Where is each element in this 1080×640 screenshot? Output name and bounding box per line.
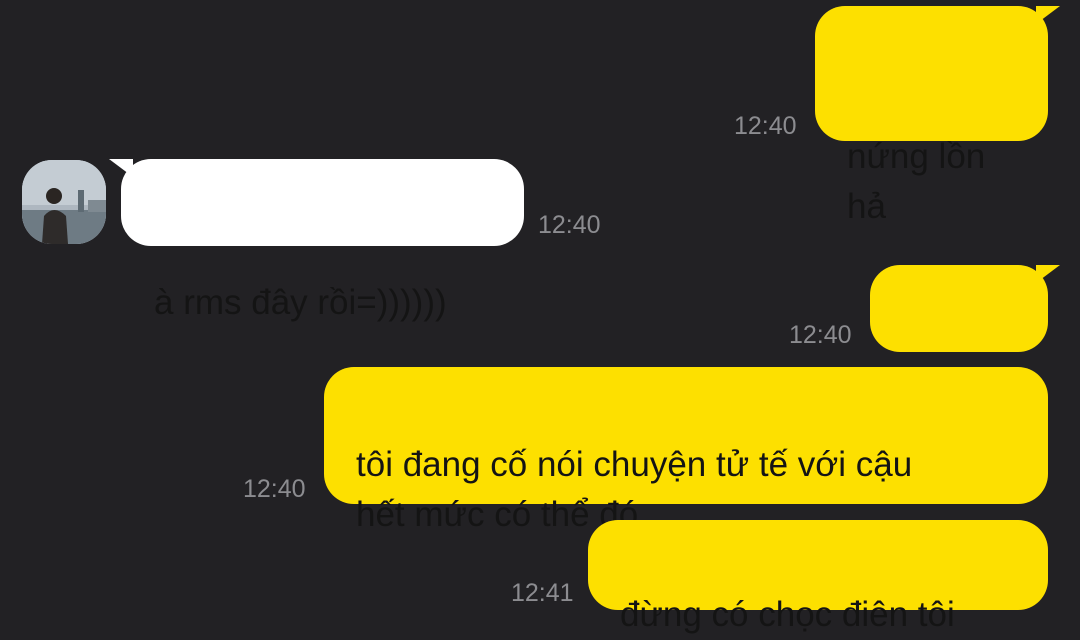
message-text: nứng lồn hả xyxy=(847,137,986,226)
incoming-message-bubble[interactable]: à rms đây rồi=)))))) xyxy=(109,159,524,322)
message-timestamp: 12:40 xyxy=(243,475,306,503)
outgoing-message-bubble[interactable] xyxy=(870,265,1060,434)
message-text: à rms đây rồi=)))))) xyxy=(154,283,447,322)
outgoing-message-bubble[interactable]: nứng lồn hả xyxy=(815,6,1060,226)
outgoing-message-bubble[interactable]: đừng có chọc điên tôi xyxy=(588,520,1048,634)
message-timestamp: 12:40 xyxy=(734,112,797,140)
contact-avatar[interactable] xyxy=(22,160,106,244)
outgoing-message-bubble[interactable]: tôi đang cố nói chuyện tử tế với cậu hết… xyxy=(324,367,1048,534)
message-timestamp: 12:40 xyxy=(789,321,852,349)
bubble-tail xyxy=(1036,6,1060,24)
bubble-tail xyxy=(1036,265,1060,283)
contact-avatar-photo xyxy=(22,160,106,244)
message-text: đừng có chọc điên tôi xyxy=(620,595,955,634)
message-timestamp: 12:41 xyxy=(511,579,574,607)
message-timestamp: 12:40 xyxy=(538,211,601,239)
bubble-tail xyxy=(109,159,133,177)
